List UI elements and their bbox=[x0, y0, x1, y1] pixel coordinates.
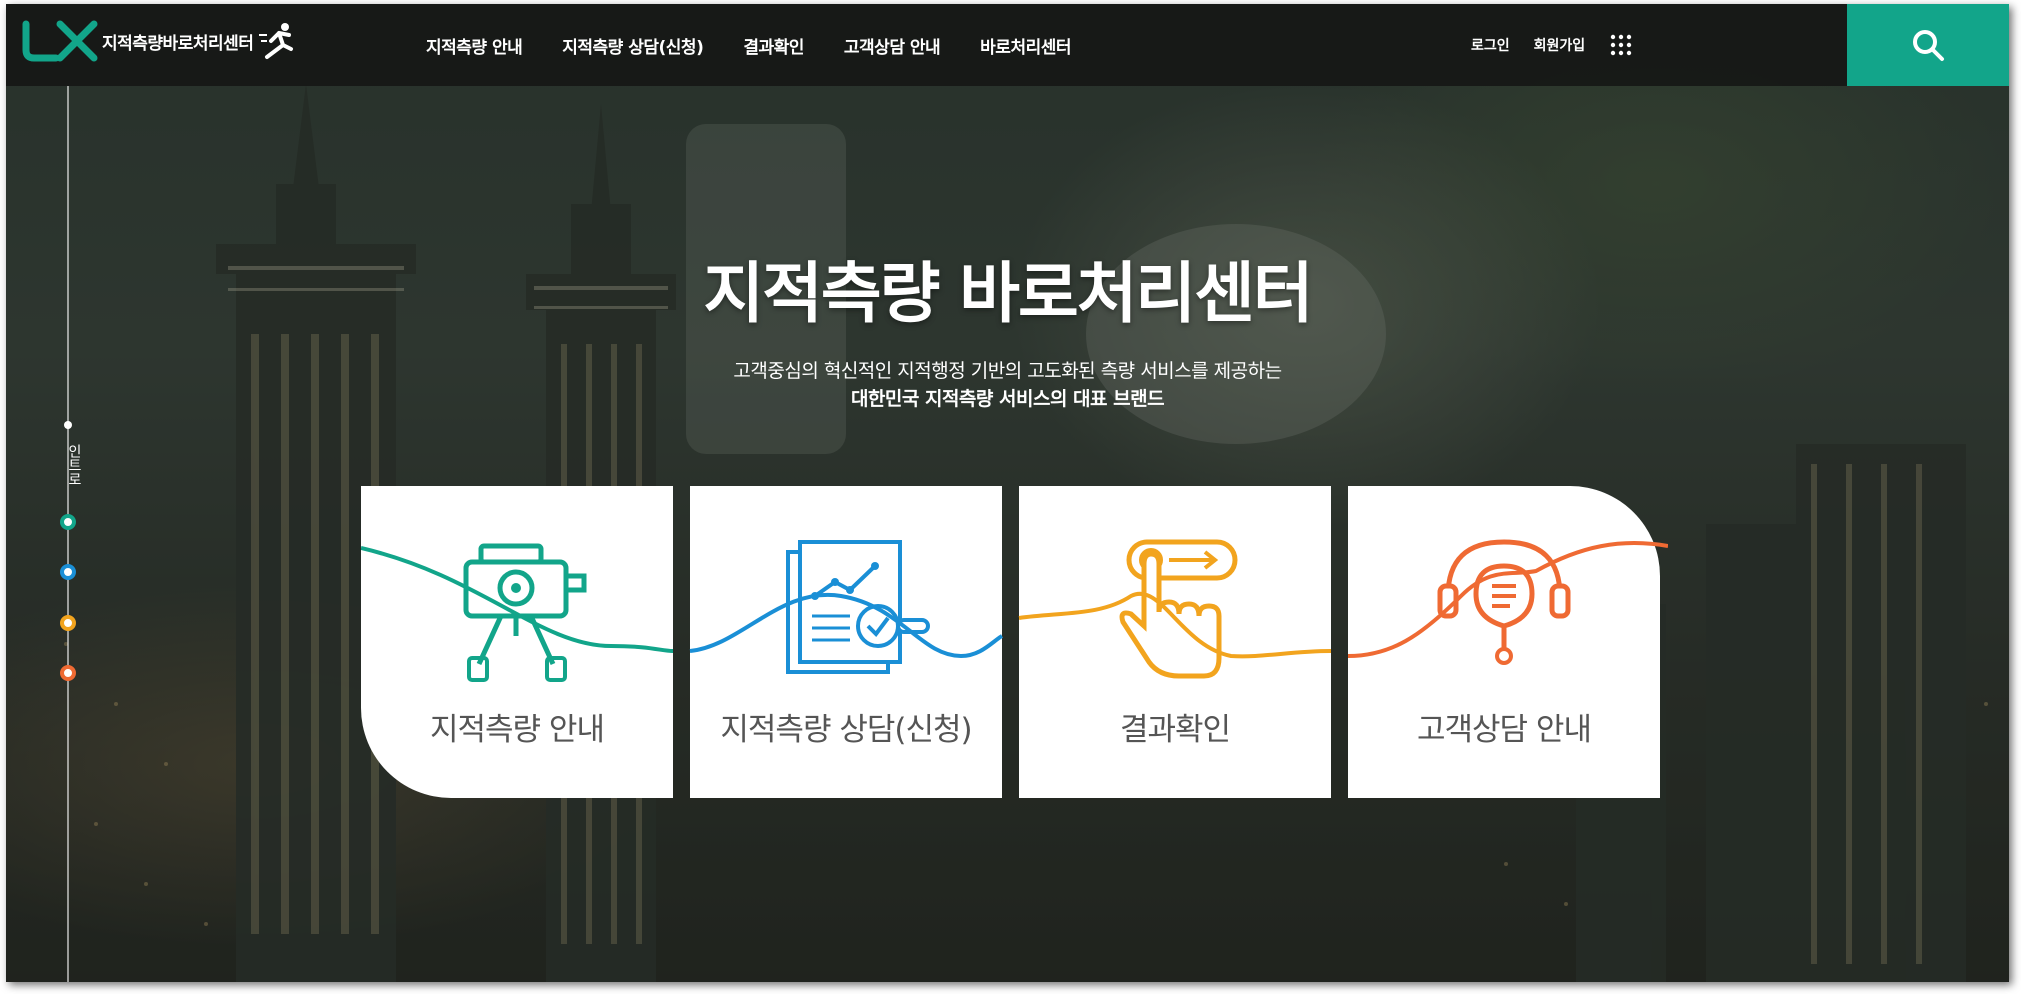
card-label: 지적측량 안내 bbox=[430, 712, 605, 748]
lx-logo-icon bbox=[22, 20, 98, 62]
nav-item-result-check[interactable]: 결과확인 bbox=[743, 33, 804, 58]
side-indicator-line bbox=[67, 86, 69, 982]
card-label: 고객상담 안내 bbox=[1417, 712, 1592, 748]
headset-chat-icon bbox=[1437, 539, 1571, 665]
nav-item-service-center[interactable]: 바로처리센터 bbox=[980, 33, 1071, 58]
hero-subtitle-line2: 대한민국 지적측량 서비스의 대표 브랜드 bbox=[850, 388, 1165, 410]
main-nav: 지적측량 안내 지적측량 상담(신청) 결과확인 고객상담 안내 바로처리센터 bbox=[426, 4, 1111, 86]
site-logo[interactable]: 지적측량바로처리센터 bbox=[22, 18, 297, 64]
document-chart-icon bbox=[786, 540, 930, 674]
page-frame: 지적측량바로처리센터 지적측량 안내 지적측량 상담(신청) 결과확인 고객상담… bbox=[6, 4, 2009, 982]
search-icon bbox=[1913, 30, 1944, 61]
background-overlay bbox=[6, 4, 2009, 982]
signup-link[interactable]: 회원가입 bbox=[1534, 35, 1586, 55]
brand-name: 지적측량바로처리센터 bbox=[102, 33, 254, 54]
grid-icon[interactable] bbox=[1609, 33, 1633, 57]
utility-menu: 로그인 회원가입 bbox=[1471, 4, 1633, 86]
card-result-check[interactable]: 결과확인 bbox=[1019, 486, 1331, 798]
runner-icon bbox=[259, 23, 294, 59]
card-label: 지적측량 상담(신청) bbox=[720, 712, 972, 748]
surveying-instrument-icon bbox=[463, 543, 587, 682]
side-dot-2[interactable] bbox=[60, 564, 76, 580]
card-customer-guide[interactable]: 고객상담 안내 bbox=[1348, 486, 1660, 798]
site-header: 지적측량바로처리센터 지적측량 안내 지적측량 상담(신청) 결과확인 고객상담… bbox=[6, 4, 2009, 86]
nav-item-survey-guide[interactable]: 지적측량 안내 bbox=[426, 33, 523, 58]
card-survey-consult[interactable]: 지적측량 상담(신청) bbox=[690, 486, 1002, 798]
hero-title: 지적측량 바로처리센터 bbox=[703, 255, 1313, 332]
login-link[interactable]: 로그인 bbox=[1471, 35, 1510, 55]
nav-item-survey-consult[interactable]: 지적측량 상담(신청) bbox=[562, 33, 704, 58]
side-dot-3[interactable] bbox=[60, 615, 76, 631]
side-indicator-current bbox=[64, 421, 72, 429]
card-label: 결과확인 bbox=[1119, 712, 1231, 748]
side-indicator-label: 인트로 bbox=[66, 444, 82, 486]
card-survey-guide[interactable]: 지적측량 안내 bbox=[361, 486, 673, 798]
nav-item-customer-guide[interactable]: 고객상담 안내 bbox=[844, 33, 941, 58]
hero-subtitle-line1: 고객중심의 혁신적인 지적행정 기반의 고도화된 측량 서비스를 제공하는 bbox=[733, 360, 1282, 382]
search-button[interactable] bbox=[1847, 4, 2009, 86]
side-dot-4[interactable] bbox=[60, 665, 76, 681]
touch-hand-icon bbox=[1119, 539, 1238, 679]
side-dot-1[interactable] bbox=[60, 514, 76, 530]
